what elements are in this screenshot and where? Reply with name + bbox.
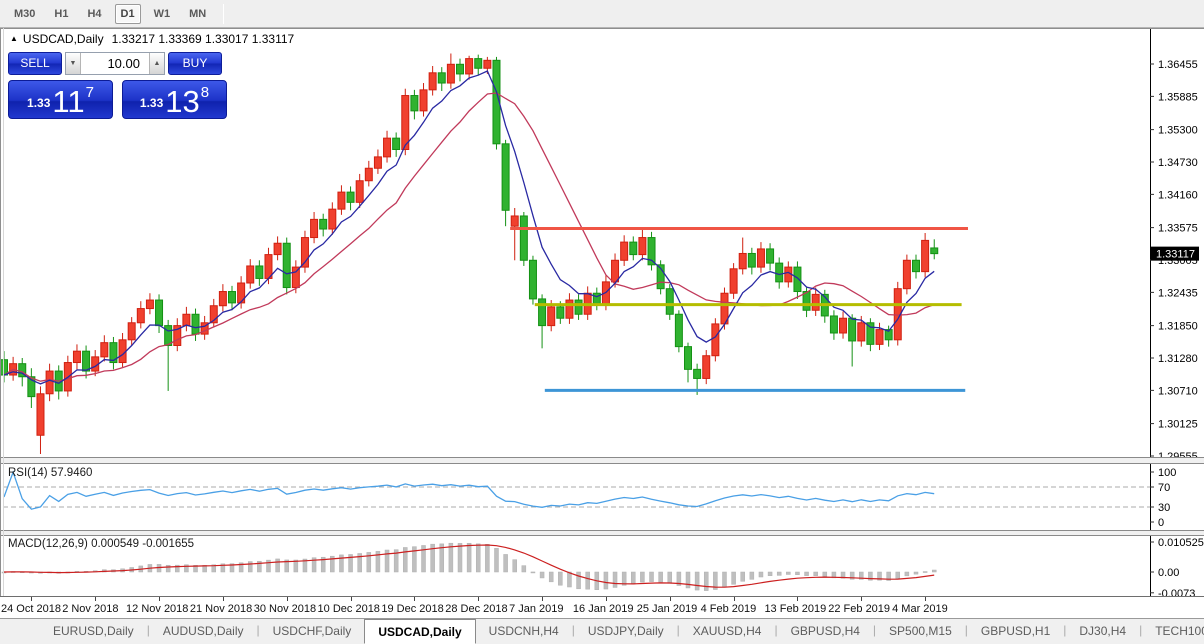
- window-left-border: [0, 28, 1, 596]
- chart-symbol-label: USDCAD,Daily: [23, 32, 104, 46]
- pane-splitter-rsi[interactable]: [0, 457, 1204, 464]
- sell-price-pips: 11: [52, 87, 84, 116]
- svg-text:70: 70: [1158, 482, 1170, 494]
- timeframe-button-mn[interactable]: MN: [183, 4, 212, 24]
- date-tick-label: 2 Nov 2018: [62, 603, 118, 615]
- date-tick-label: 30 Nov 2018: [254, 603, 316, 615]
- date-tick-label: 4 Feb 2019: [701, 603, 757, 615]
- tab-sp500-m15[interactable]: SP500,M15: [876, 619, 965, 644]
- svg-text:0.010525: 0.010525: [1158, 537, 1204, 549]
- date-tick-mark: [351, 597, 352, 601]
- chart-title: ▲ USDCAD,Daily 1.33217 1.33369 1.33017 1.3…: [10, 32, 294, 46]
- date-tick-mark: [95, 597, 96, 601]
- tab-usdjpy-daily[interactable]: USDJPY,Daily: [575, 619, 677, 644]
- tab-gbpusd-h1[interactable]: GBPUSD,H1: [968, 619, 1063, 644]
- svg-text:1.31850: 1.31850: [1158, 321, 1198, 333]
- svg-text:30: 30: [1158, 502, 1170, 514]
- svg-text:0.00: 0.00: [1158, 567, 1179, 579]
- svg-text:1.32435: 1.32435: [1158, 287, 1198, 299]
- volume-control: ▼ ▲: [65, 52, 165, 75]
- tab-tech100-h1[interactable]: TECH100,H1: [1142, 619, 1204, 644]
- sell-price-display[interactable]: 1.33 11 7: [8, 80, 113, 119]
- svg-text:100: 100: [1158, 467, 1176, 479]
- symbol-tab-bar: EURUSD,Daily|AUDUSD,Daily|USDCHF,DailyUS…: [0, 618, 1204, 644]
- timeframe-button-m30[interactable]: M30: [8, 4, 41, 24]
- date-tick-label: 21 Nov 2018: [190, 603, 252, 615]
- tab-usdcnh-h4[interactable]: USDCNH,H4: [476, 619, 572, 644]
- tab-dj30-h4[interactable]: DJ30,H4: [1066, 619, 1139, 644]
- date-tick-mark: [31, 597, 32, 601]
- svg-text:1.36455: 1.36455: [1158, 59, 1198, 71]
- tab-usdchf-daily[interactable]: USDCHF,Daily: [260, 619, 365, 644]
- sell-price-fraction: 7: [86, 84, 94, 101]
- collapse-triangle-icon[interactable]: ▲: [10, 34, 18, 43]
- date-tick-label: 16 Jan 2019: [573, 603, 634, 615]
- tab-usdcad-daily[interactable]: USDCAD,Daily: [364, 619, 475, 644]
- date-tick-label: 13 Feb 2019: [764, 603, 826, 615]
- window-left-border-highlight: [3, 28, 4, 596]
- buy-price-display[interactable]: 1.33 13 8: [122, 80, 227, 119]
- date-tick-label: 22 Feb 2019: [828, 603, 890, 615]
- volume-increase-button[interactable]: ▲: [149, 53, 164, 74]
- svg-text:1.34160: 1.34160: [1158, 189, 1198, 201]
- date-tick-mark: [542, 597, 543, 601]
- date-tick-mark: [606, 597, 607, 601]
- date-tick-label: 4 Mar 2019: [892, 603, 948, 615]
- date-tick-mark: [861, 597, 862, 601]
- date-tick-label: 25 Jan 2019: [637, 603, 698, 615]
- date-tick-mark: [734, 597, 735, 601]
- svg-text:1.31280: 1.31280: [1158, 353, 1198, 365]
- date-tick-mark: [478, 597, 479, 601]
- tab-audusd-daily[interactable]: AUDUSD,Daily: [150, 619, 257, 644]
- chart-ohlc-values: 1.33217 1.33369 1.33017 1.33117: [112, 32, 295, 46]
- date-tick-mark: [159, 597, 160, 601]
- date-axis: 24 Oct 20182 Nov 2018 12 Nov 201821 Nov 2…: [0, 596, 1204, 618]
- date-tick-label: 24 Oct 2018: [1, 603, 61, 615]
- tab-eurusd-daily[interactable]: EURUSD,Daily: [40, 619, 147, 644]
- tab-xauusd-h4[interactable]: XAUUSD,H4: [680, 619, 775, 644]
- current-price-tag: 1.33117: [1151, 247, 1199, 261]
- date-tick-label: 12 Nov 2018: [126, 603, 188, 615]
- buy-price-fraction: 8: [201, 84, 209, 101]
- date-tick-mark: [414, 597, 415, 601]
- svg-text:1.30125: 1.30125: [1158, 419, 1198, 431]
- date-tick-label: 10 Dec 2018: [318, 603, 380, 615]
- date-tick-label: 19 Dec 2018: [381, 603, 443, 615]
- buy-button[interactable]: BUY: [168, 52, 222, 75]
- timeframe-button-w1[interactable]: W1: [148, 4, 177, 24]
- volume-decrease-button[interactable]: ▼: [66, 53, 81, 74]
- timeframe-button-h1[interactable]: H1: [48, 4, 74, 24]
- timeframe-toolbar: M30 H1 H4 D1 W1 MN: [0, 0, 1204, 28]
- timeframe-button-h4[interactable]: H4: [81, 4, 107, 24]
- svg-text:1.33575: 1.33575: [1158, 223, 1198, 235]
- sell-button[interactable]: SELL: [8, 52, 62, 75]
- svg-text:1.35885: 1.35885: [1158, 91, 1198, 103]
- svg-text:1.33117: 1.33117: [1156, 249, 1195, 261]
- buy-price-pips: 13: [165, 87, 199, 116]
- date-tick-mark: [223, 597, 224, 601]
- svg-text:-0.0073: -0.0073: [1158, 588, 1195, 596]
- sell-price-base: 1.33: [27, 96, 50, 110]
- rsi-chart-canvas[interactable]: 100 70 30 0: [0, 464, 1204, 530]
- macd-value-label: MACD(12,26,9) 0.000549 -0.001655: [8, 538, 194, 550]
- svg-text:1.30710: 1.30710: [1158, 385, 1198, 397]
- buy-price-base: 1.33: [140, 96, 163, 110]
- rsi-indicator-pane[interactable]: 100 70 30 0: [0, 464, 1204, 530]
- volume-input[interactable]: [81, 53, 149, 74]
- svg-text:1.35300: 1.35300: [1158, 125, 1198, 137]
- svg-text:1.34730: 1.34730: [1158, 157, 1198, 169]
- date-tick-mark: [670, 597, 671, 601]
- toolbar-separator: [223, 4, 224, 24]
- svg-text:0: 0: [1158, 517, 1164, 529]
- timeframe-button-d1[interactable]: D1: [115, 4, 141, 24]
- date-tick-label: 7 Jan 2019: [509, 603, 563, 615]
- date-tick-mark: [797, 597, 798, 601]
- trading-terminal-window: M30 H1 H4 D1 W1 MN 1.36455 1.35885 1.35300 1.347…: [0, 0, 1204, 644]
- rsi-value-label: RSI(14) 57.9460: [8, 467, 92, 479]
- tab-gbpusd-h4[interactable]: GBPUSD,H4: [778, 619, 873, 644]
- date-tick-mark: [287, 597, 288, 601]
- date-tick-label: 28 Dec 2018: [445, 603, 507, 615]
- date-tick-mark: [925, 597, 926, 601]
- one-click-trade-panel: SELL ▼ ▲ BUY 1.33 11 7 1.33 13 8: [8, 52, 228, 119]
